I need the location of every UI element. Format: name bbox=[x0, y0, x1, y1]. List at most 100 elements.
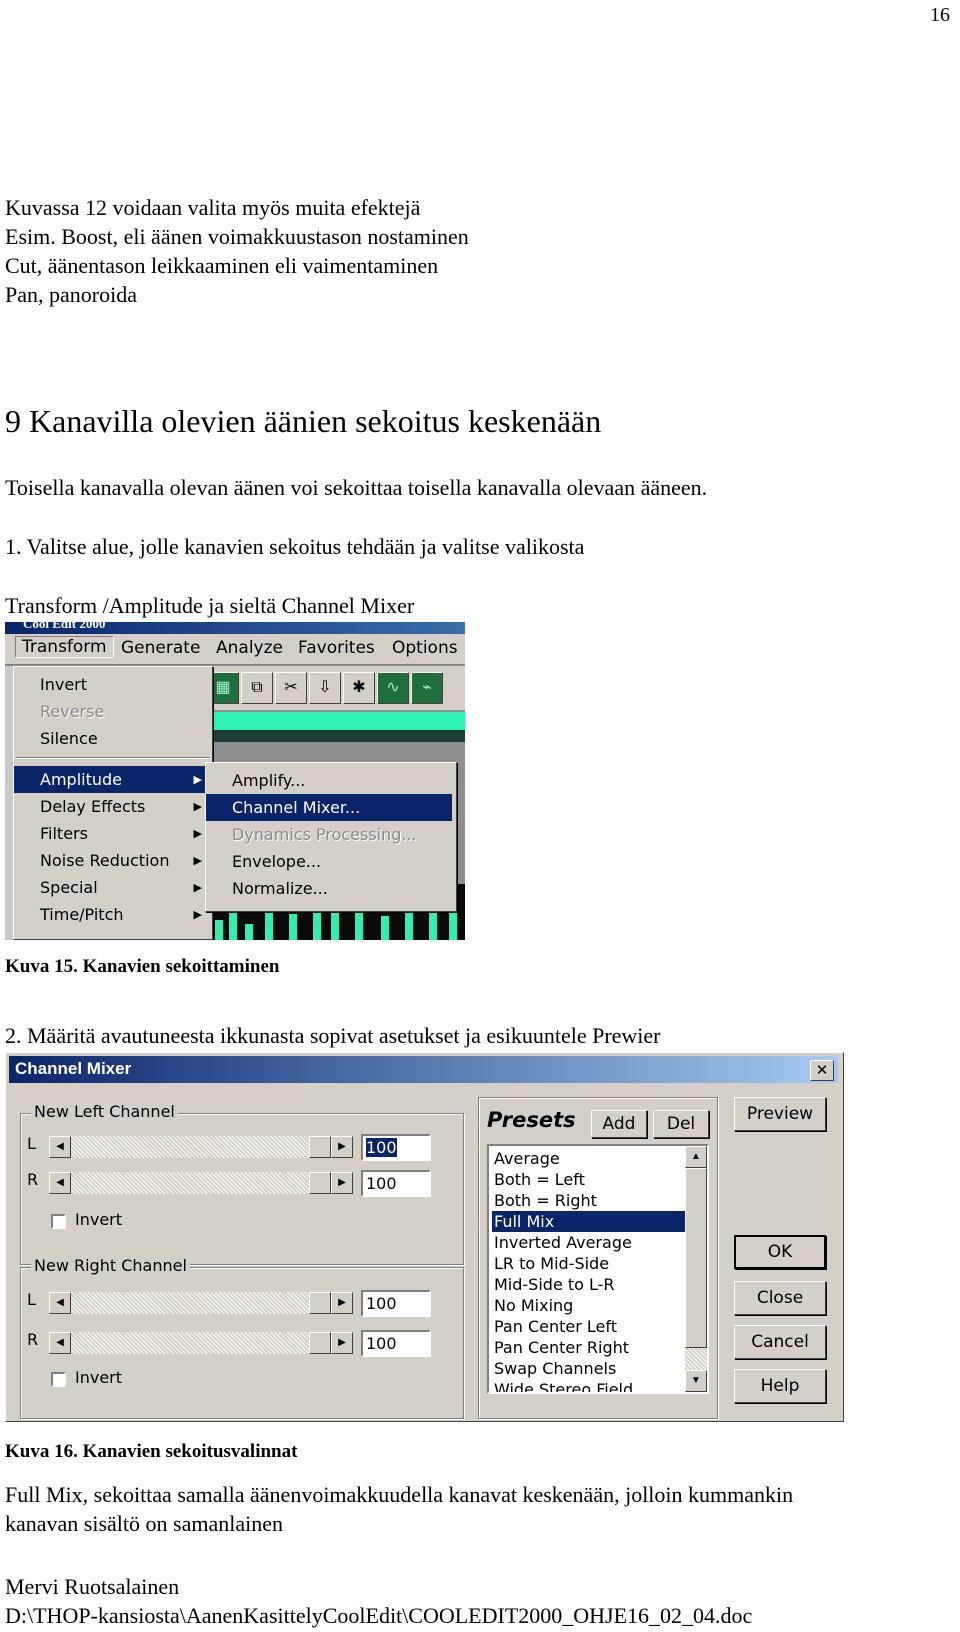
menu-analyze[interactable]: Analyze bbox=[216, 638, 283, 658]
preview-button[interactable]: Preview bbox=[734, 1097, 826, 1131]
menu-item-normalize[interactable]: Normalize... bbox=[206, 875, 452, 902]
slider-thumb[interactable] bbox=[309, 1332, 331, 1354]
right-l-value-input[interactable]: 100 bbox=[361, 1290, 431, 1317]
slider-thumb[interactable] bbox=[309, 1292, 331, 1314]
figure-15-screenshot: Cool Edit 2000 Transform Generate Analyz… bbox=[5, 622, 465, 940]
left-l-value-input[interactable]: 100 bbox=[361, 1134, 431, 1161]
preset-both-left[interactable]: Both = Left bbox=[492, 1169, 687, 1190]
mix-paste-icon[interactable]: ✱ bbox=[343, 672, 375, 704]
toolbar: ▦ ⧉ ✂ ⇩ ✱ ∿ ⌁ bbox=[205, 666, 465, 710]
new-left-channel-group: New Left Channel L ◀ ▶ 100 R ◀ ▶ 100 Inv… bbox=[20, 1102, 464, 1265]
preset-lr-to-mid-side[interactable]: LR to Mid-Side bbox=[492, 1253, 687, 1274]
intro-line-3: Cut, äänentason leikkaaminen eli vaiment… bbox=[5, 253, 439, 278]
slider-track[interactable] bbox=[71, 1172, 311, 1194]
intro-line-1: Kuvassa 12 voidaan valita myös muita efe… bbox=[5, 195, 421, 220]
preset-wide-stereo-field[interactable]: Wide Stereo Field bbox=[492, 1379, 687, 1392]
menu-item-amplify[interactable]: Amplify... bbox=[206, 767, 452, 794]
paragraph-2-line-2: kanavan sisältö on samanlainen bbox=[5, 1511, 283, 1536]
footer-path: D:\THOP-kansiosta\AanenKasittelyCoolEdit… bbox=[5, 1603, 753, 1628]
preset-swap-channels[interactable]: Swap Channels bbox=[492, 1358, 687, 1379]
scroll-down-icon[interactable]: ▼ bbox=[685, 1370, 707, 1392]
caption-figure-16: Kuva 16. Kanavien sekoitusvalinnat bbox=[5, 1441, 298, 1462]
channel-label-r: R bbox=[27, 1330, 39, 1349]
preset-inverted-average[interactable]: Inverted Average bbox=[492, 1232, 687, 1253]
slider-right-arrow-icon[interactable]: ▶ bbox=[331, 1172, 353, 1194]
menu-options[interactable]: Options bbox=[392, 638, 458, 658]
add-preset-button[interactable]: Add bbox=[591, 1110, 647, 1138]
amplitude-submenu: Amplify... Channel Mixer... Dynamics Pro… bbox=[205, 762, 457, 912]
right-invert-label: Invert bbox=[75, 1368, 123, 1387]
menu-item-envelope[interactable]: Envelope... bbox=[206, 848, 452, 875]
channel-label-l: L bbox=[27, 1290, 36, 1309]
scroll-thumb[interactable] bbox=[685, 1168, 707, 1348]
left-r-value-input[interactable]: 100 bbox=[361, 1170, 431, 1197]
preset-pan-center-right[interactable]: Pan Center Right bbox=[492, 1337, 687, 1358]
slider-left-arrow-icon[interactable]: ◀ bbox=[49, 1332, 71, 1354]
menu-item-amplitude[interactable]: Amplitude ▶ bbox=[14, 766, 212, 793]
slider-right-arrow-icon[interactable]: ▶ bbox=[331, 1292, 353, 1314]
menu-generate[interactable]: Generate bbox=[121, 638, 200, 658]
menu-item-delay-effects[interactable]: Delay Effects ▶ bbox=[14, 793, 212, 820]
menu-item-noise-reduction[interactable]: Noise Reduction ▶ bbox=[14, 847, 212, 874]
help-button[interactable]: Help bbox=[734, 1369, 826, 1403]
scissors-icon[interactable]: ✂ bbox=[275, 672, 307, 704]
paragraph-2-line-1: Full Mix, sekoittaa samalla äänenvoimakk… bbox=[5, 1482, 794, 1507]
slider-left-arrow-icon[interactable]: ◀ bbox=[49, 1136, 71, 1158]
cancel-button[interactable]: Cancel bbox=[734, 1325, 826, 1359]
presets-scrollbar[interactable]: ▲ ▼ bbox=[685, 1146, 707, 1392]
preset-both-right[interactable]: Both = Right bbox=[492, 1190, 687, 1211]
menu-item-invert[interactable]: Invert bbox=[14, 671, 212, 698]
menu-item-silence[interactable]: Silence bbox=[14, 725, 212, 752]
copy-icon[interactable]: ⧉ bbox=[241, 672, 273, 704]
new-right-channel-group: New Right Channel L ◀ ▶ 100 R ◀ ▶ 100 In… bbox=[20, 1256, 464, 1419]
slider-track[interactable] bbox=[71, 1136, 311, 1158]
right-r-value-input[interactable]: 100 bbox=[361, 1330, 431, 1357]
slider-right-arrow-icon[interactable]: ▶ bbox=[331, 1136, 353, 1158]
close-icon[interactable]: ✕ bbox=[810, 1060, 834, 1081]
dialog-title-bar: Channel Mixer ✕ bbox=[9, 1056, 838, 1083]
step-2: 2. Määritä avautuneesta ikkunasta sopiva… bbox=[5, 1023, 661, 1048]
menu-item-filters[interactable]: Filters ▶ bbox=[14, 820, 212, 847]
channel-label-r: R bbox=[27, 1170, 39, 1189]
ok-button[interactable]: OK bbox=[734, 1235, 826, 1269]
spectral-icon[interactable]: ⌁ bbox=[411, 672, 443, 704]
left-invert-checkbox[interactable] bbox=[51, 1214, 66, 1229]
waveform-ruler bbox=[205, 712, 465, 730]
slider-thumb[interactable] bbox=[309, 1172, 331, 1194]
preset-pan-center-left[interactable]: Pan Center Left bbox=[492, 1316, 687, 1337]
slider-thumb[interactable] bbox=[309, 1136, 331, 1158]
preset-no-mixing[interactable]: No Mixing bbox=[492, 1295, 687, 1316]
right-invert-checkbox[interactable] bbox=[51, 1372, 66, 1387]
channel-label-l: L bbox=[27, 1134, 36, 1153]
submenu-arrow-icon: ▶ bbox=[193, 908, 202, 921]
close-button[interactable]: Close bbox=[734, 1281, 826, 1315]
submenu-arrow-icon: ▶ bbox=[193, 854, 202, 867]
transform-menu: Invert Reverse Silence Amplitude ▶ Delay … bbox=[13, 666, 213, 940]
menu-separator bbox=[16, 757, 210, 759]
wave-crop-icon[interactable]: ∿ bbox=[377, 672, 409, 704]
menu-favorites[interactable]: Favorites bbox=[298, 638, 375, 658]
left-invert-label: Invert bbox=[75, 1210, 123, 1229]
menu-item-time-pitch[interactable]: Time/Pitch ▶ bbox=[14, 901, 212, 928]
caption-figure-15: Kuva 15. Kanavien sekoittaminen bbox=[5, 956, 280, 977]
delete-preset-button[interactable]: Del bbox=[653, 1110, 709, 1138]
menu-item-reverse: Reverse bbox=[40, 702, 105, 721]
slider-track[interactable] bbox=[71, 1292, 311, 1314]
section-heading: 9 Kanavilla olevien äänien sekoitus kesk… bbox=[5, 403, 602, 439]
submenu-arrow-icon: ▶ bbox=[193, 827, 202, 840]
preset-average[interactable]: Average bbox=[492, 1148, 687, 1169]
preset-full-mix[interactable]: Full Mix bbox=[492, 1211, 687, 1232]
slider-left-arrow-icon[interactable]: ◀ bbox=[49, 1172, 71, 1194]
menu-transform[interactable]: Transform bbox=[15, 636, 114, 658]
menu-item-channel-mixer[interactable]: Channel Mixer... bbox=[206, 794, 452, 821]
scroll-up-icon[interactable]: ▲ bbox=[685, 1146, 707, 1168]
slider-left-arrow-icon[interactable]: ◀ bbox=[49, 1292, 71, 1314]
menu-item-special[interactable]: Special ▶ bbox=[14, 874, 212, 901]
insert-icon[interactable]: ⇩ bbox=[309, 672, 341, 704]
slider-right-arrow-icon[interactable]: ▶ bbox=[331, 1332, 353, 1354]
preset-mid-side-to-lr[interactable]: Mid-Side to L-R bbox=[492, 1274, 687, 1295]
intro-line-2: Esim. Boost, eli äänen voimakkuustason n… bbox=[5, 224, 469, 249]
slider-track[interactable] bbox=[71, 1332, 311, 1354]
submenu-arrow-icon: ▶ bbox=[193, 881, 202, 894]
presets-list[interactable]: Average Both = Left Both = Right Full Mi… bbox=[487, 1144, 709, 1394]
